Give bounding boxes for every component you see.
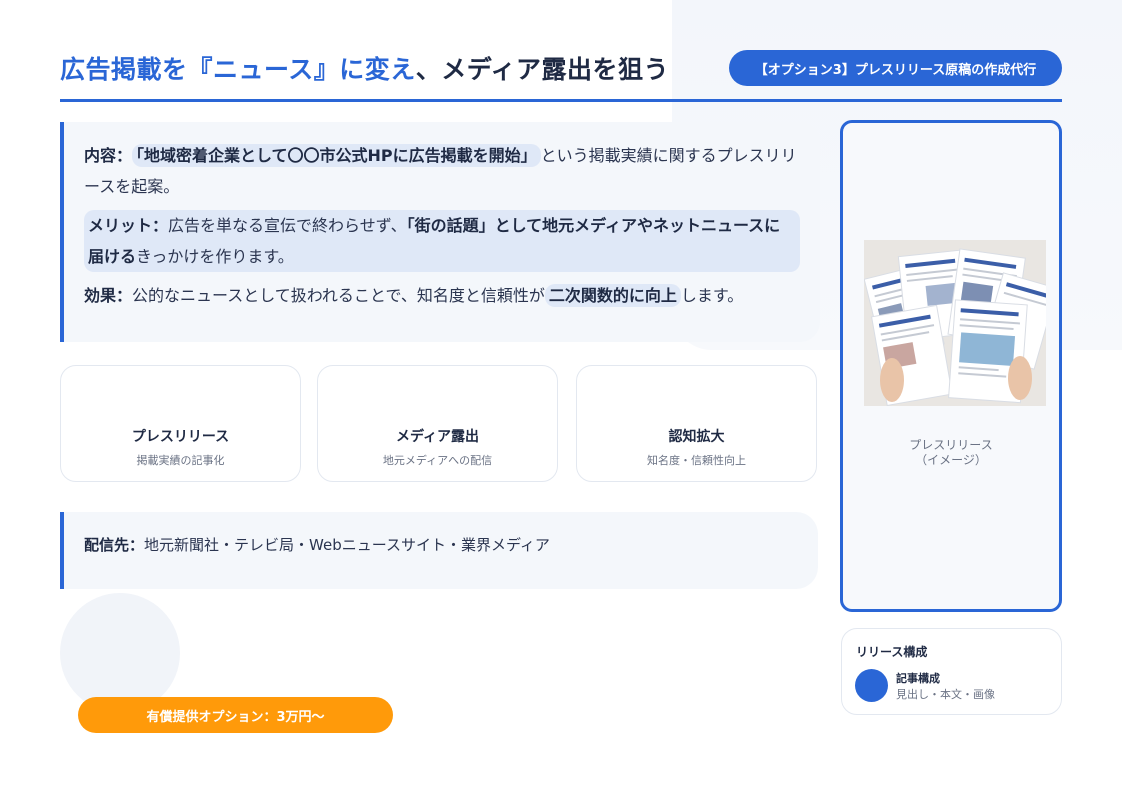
merit-highlight-block: メリット：広告を単なる宣伝で終わらせず、「街の話題」として地元メディアやネットニ… [84,210,800,272]
release-structure-card: リリース構成 記事構成 見出し・本文・画像 [841,628,1062,715]
release-item-sub: 見出し・本文・画像 [896,688,995,701]
card-awareness: 認知拡大 知名度・信頼性向上 [576,365,817,482]
effect-highlight: 二次関数的に向上 [544,284,681,307]
image-caption-line2: （イメージ） [915,453,987,467]
option-badge: 【オプション3】プレスリリース原稿の作成代行 [729,50,1062,86]
distribution-text: 地元新聞社・テレビ局・Webニュースサイト・業界メディア [144,536,550,554]
content-label: 内容： [84,146,133,165]
effect-paragraph: 効果：公的なニュースとして扱われることで、知名度と信頼性が 二次関数的に向上 します… [84,280,800,311]
page-title: 広告掲載を『ニュース』に変え、メディア露出を狙う [60,50,669,86]
effect-text2: します。 [680,286,744,305]
card-title: 認知拡大 [668,429,725,445]
image-caption: プレスリリース （イメージ） [843,438,1059,468]
press-release-image-card: プレスリリース （イメージ） [840,120,1062,612]
press-release-photo [864,240,1046,406]
merit-text1: 広告を単なる宣伝で終わらせず、 [168,216,407,235]
effect-text1: 公的なニュースとして扱われることで、知名度と信頼性が [132,286,545,305]
content-highlight: 「地域密着企業として〇〇市公式HPに広告掲載を開始」 [132,144,541,167]
merit-label: メリット： [88,216,169,235]
distribution-label: 配信先： [84,536,145,554]
title-accent: 広告掲載を『ニュース』に変え [60,55,416,84]
release-title: リリース構成 [856,645,928,659]
card-title: プレスリリース [131,429,230,445]
article-icon [855,669,888,702]
card-subtitle: 知名度・信頼性向上 [647,454,746,467]
title-rest: 、メディア露出を狙う [415,55,670,84]
title-divider [60,99,1062,102]
effect-label: 効果： [84,286,133,305]
card-title: メディア露出 [395,429,480,445]
card-press-release: プレスリリース 掲載実績の記事化 [60,365,301,482]
price-badge: 有償提供オプション：3万円〜 [78,697,393,733]
content-paragraph: 内容： 「地域密着企業として〇〇市公式HPに広告掲載を開始」 という掲載実績に関する… [84,140,800,202]
merit-paragraph: メリット：広告を単なる宣伝で終わらせず、「街の話題」として地元メディアやネットニ… [84,210,800,272]
distribution-box: 配信先：地元新聞社・テレビ局・Webニュースサイト・業界メディア [60,512,818,589]
decorative-circle [60,593,180,713]
merit-text2: きっかけを作ります。 [136,247,294,266]
image-caption-line1: プレスリリース [909,438,993,452]
card-subtitle: 地元メディアへの配信 [382,454,493,467]
content-box: 内容： 「地域密着企業として〇〇市公式HPに広告掲載を開始」 という掲載実績に関する… [60,122,820,342]
release-item-title: 記事構成 [896,672,940,685]
card-subtitle: 掲載実績の記事化 [136,454,225,467]
card-media-exposure: メディア露出 地元メディアへの配信 [317,365,558,482]
press-release-illustration [864,240,1046,406]
